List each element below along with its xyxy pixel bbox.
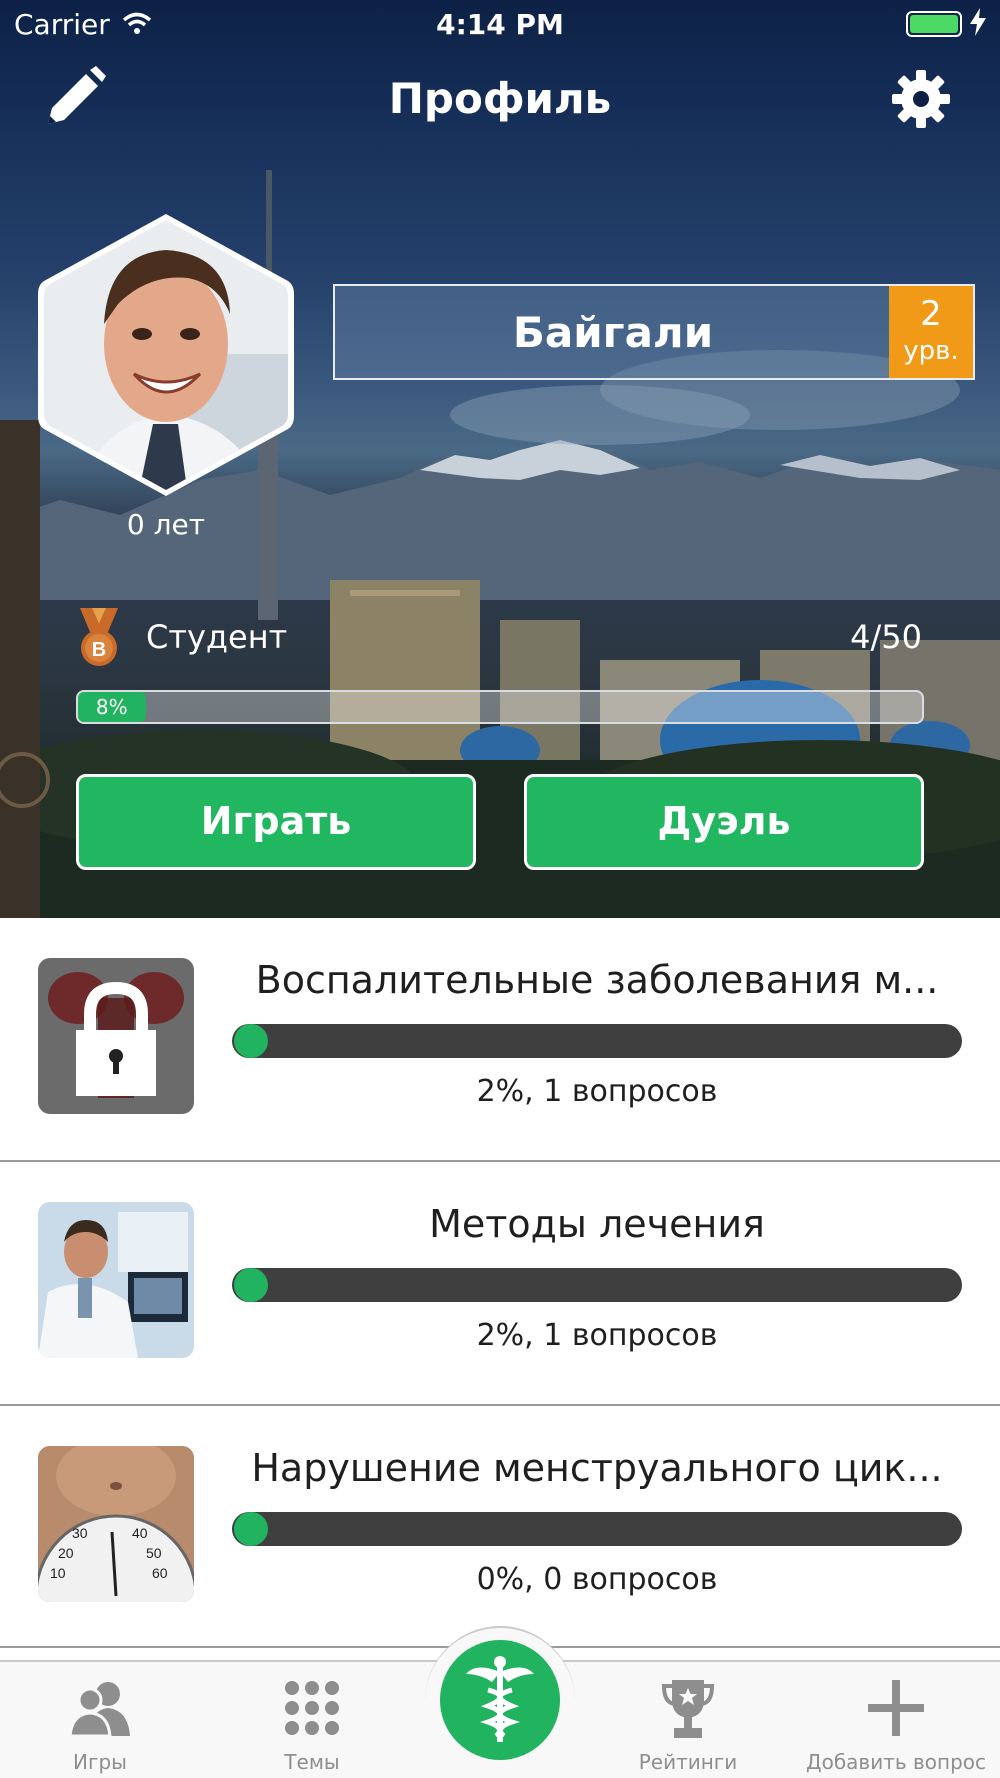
level-badge: 2 урв. <box>889 286 973 378</box>
level-number: 2 <box>920 294 942 334</box>
topic-thumbnail-scale: 30 40 20 50 10 60 <box>38 1446 194 1602</box>
rank-label: Студент <box>146 618 288 656</box>
user-name: Байгали <box>512 308 714 357</box>
medal-letter: B <box>92 639 106 661</box>
topic-stats: 2%, 1 вопросов <box>476 1074 718 1109</box>
rank-progress-bar: 8% <box>76 690 924 724</box>
caduceus-icon <box>440 1656 560 1764</box>
svg-text:10: 10 <box>50 1565 66 1581</box>
topic-title: Методы лечения <box>429 1202 765 1246</box>
charging-bolt-icon <box>970 8 986 43</box>
topic-stats: 2%, 1 вопросов <box>476 1318 718 1353</box>
tab-games[interactable]: Игры <box>0 1662 200 1778</box>
users-icon <box>0 1680 200 1740</box>
level-unit: урв. <box>903 336 959 366</box>
topic-progress-bar <box>232 1512 962 1546</box>
topic-progress-bar <box>232 1268 962 1302</box>
list-item[interactable]: 30 40 20 50 10 60 Нарушение менструального … <box>0 1406 1000 1648</box>
name-box: Байгали 2 урв. <box>333 284 975 380</box>
topic-progress-bar <box>232 1024 962 1058</box>
page-title: Профиль <box>388 74 612 123</box>
clock: 4:14 PM <box>436 8 564 41</box>
svg-text:40: 40 <box>132 1525 148 1541</box>
topic-title: Нарушение менструального цик... <box>251 1446 943 1490</box>
topic-thumbnail-doctor <box>38 1202 194 1358</box>
topic-progress-fill <box>234 1024 268 1058</box>
gear-icon[interactable] <box>890 68 952 134</box>
age-label: 0 лет <box>126 508 206 541</box>
medal-icon: B <box>78 608 120 672</box>
status-bar: Carrier 4:14 PM <box>0 0 1000 50</box>
topic-thumbnail-locked <box>38 958 194 1114</box>
list-item[interactable]: Воспалительные заболевания м... 2%, 1 во… <box>0 918 1000 1160</box>
svg-text:30: 30 <box>72 1525 88 1541</box>
topic-progress-fill <box>234 1512 268 1546</box>
tab-label: Добавить вопрос <box>805 1750 987 1774</box>
svg-text:60: 60 <box>152 1565 168 1581</box>
center-tab-button[interactable] <box>440 1640 560 1760</box>
tab-add-question[interactable]: Добавить вопрос <box>796 1662 996 1778</box>
tab-label: Игры <box>73 1750 127 1774</box>
tab-topics[interactable]: Темы <box>212 1662 412 1778</box>
profile-header: Carrier 4:14 PM Профиль 0 лет Байгали 2 … <box>0 0 1000 918</box>
battery-icon <box>906 11 962 37</box>
plus-icon <box>796 1680 996 1740</box>
topic-title: Воспалительные заболевания м... <box>255 958 939 1002</box>
trophy-icon <box>588 1680 788 1742</box>
duel-button[interactable]: Дуэль <box>524 774 924 870</box>
rank-count: 4/50 <box>850 618 922 656</box>
tab-ratings[interactable]: Рейтинги <box>588 1662 788 1778</box>
list-item[interactable]: Методы лечения 2%, 1 вопросов <box>0 1162 1000 1404</box>
rank-progress-fill: 8% <box>78 692 146 722</box>
tab-label: Темы <box>284 1750 340 1774</box>
play-button[interactable]: Играть <box>76 774 476 870</box>
svg-text:20: 20 <box>58 1545 74 1561</box>
topic-stats: 0%, 0 вопросов <box>476 1562 718 1597</box>
avatar[interactable] <box>38 214 294 496</box>
grid-dots-icon <box>212 1680 412 1740</box>
svg-text:50: 50 <box>146 1545 162 1561</box>
tab-label: Рейтинги <box>638 1750 738 1774</box>
topic-progress-fill <box>234 1268 268 1302</box>
